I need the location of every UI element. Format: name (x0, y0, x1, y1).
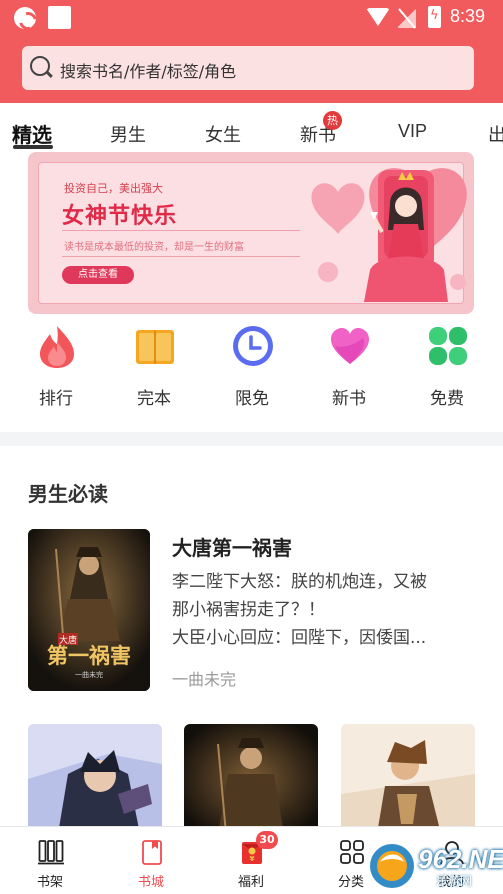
section-divider (0, 432, 503, 446)
tab-vip[interactable]: VIP (398, 121, 427, 142)
watermark-text: 962.NET (418, 844, 503, 874)
banner-divider (62, 230, 300, 231)
active-tab-indicator (13, 145, 53, 149)
app-header: 8:39 搜索书名/作者/标签/角色 (0, 0, 503, 103)
quick-link-ranking[interactable]: 排行 (21, 320, 91, 418)
flame-icon (40, 326, 74, 368)
quick-link-new-books[interactable]: 新书 (314, 320, 384, 418)
banner-divider (62, 256, 300, 257)
book-cover-art: 大唐 第一祸害 一曲未完 (28, 529, 150, 691)
nav-bookshelf[interactable]: 书架 (15, 827, 85, 894)
book-cover-small[interactable] (341, 724, 475, 834)
notification-square-icon (48, 6, 71, 29)
status-bar: 8:39 (0, 0, 503, 36)
nav-bookstore[interactable]: 书城 (116, 827, 186, 894)
open-book-icon (136, 330, 174, 364)
bookstore-icon (142, 840, 162, 865)
featured-book-description: 李二陛下大怒：朕的机炮连，又被 那小祸害拐走了？！ 大臣小心回应：回陛下，因倭国… (172, 572, 427, 648)
book-cover-small[interactable] (28, 724, 162, 834)
hot-badge: 热 (323, 111, 342, 130)
tab-male[interactable]: 男生 (110, 121, 146, 147)
quick-link-label: 免费 (430, 389, 464, 409)
banner-view-button[interactable]: 点击查看 (62, 266, 134, 284)
featured-book-title[interactable]: 大唐第一祸害 (172, 532, 292, 561)
book-cover-art (184, 724, 318, 834)
tab-female[interactable]: 女生 (205, 121, 241, 147)
battery-charging-icon (428, 6, 441, 28)
cover-author: 一曲未完 (75, 670, 103, 679)
clover-icon (429, 327, 467, 365)
quick-link-label: 限免 (235, 389, 269, 409)
quick-link-completed[interactable]: 完本 (119, 320, 189, 418)
quick-link-free[interactable]: 免费 (412, 320, 482, 418)
no-signal-icon (398, 8, 416, 28)
book-cover-art (341, 724, 475, 834)
quick-links: 排行 完本 限免 新书 免费 (0, 320, 503, 418)
quick-link-limited-free[interactable]: 限免 (217, 320, 287, 418)
app-notification-icon (14, 7, 36, 29)
wifi-icon (366, 8, 390, 26)
book-cover-art (28, 724, 162, 834)
quick-link-label: 新书 (332, 389, 366, 409)
book-cover-small[interactable] (184, 724, 318, 834)
quick-link-label: 排行 (39, 389, 73, 409)
nav-label: 书架 (36, 875, 63, 890)
search-bar[interactable]: 搜索书名/作者/标签/角色 (22, 46, 474, 90)
nav-label: 福利 (237, 875, 264, 890)
tab-publish[interactable]: 出 (488, 121, 503, 147)
nav-welfare[interactable]: ¥ 30 福利 (216, 827, 286, 894)
watermark-subtext: 乐游网 (436, 874, 473, 888)
promo-banner[interactable]: 投资自己，美出强大 女神节快乐 读书是成本最低的投资，却是一生的财富 点击查看 (28, 152, 474, 314)
status-time: 8:39 (450, 6, 486, 26)
nav-label: 书城 (137, 875, 164, 890)
featured-book-author: 一曲未完 (172, 670, 237, 689)
banner-title: 女神节快乐 (62, 204, 178, 229)
envelope-glyph: ¥ (250, 855, 255, 863)
goddess-illustration (311, 168, 467, 302)
section-title: 男生必读 (28, 482, 108, 506)
category-tabs: 精选 男生 女生 新书 热 VIP 出 (0, 103, 503, 149)
featured-book-cover[interactable]: 大唐 第一祸害 一曲未完 (28, 529, 150, 691)
quick-link-label: 完本 (137, 389, 171, 409)
welfare-badge: 30 (256, 831, 278, 849)
clock-icon (233, 326, 273, 366)
banner-description: 读书是成本最低的投资，却是一生的财富 (64, 242, 244, 253)
search-icon (30, 56, 50, 76)
search-placeholder: 搜索书名/作者/标签/角色 (60, 62, 237, 81)
tab-featured[interactable]: 精选 (12, 119, 52, 148)
heart-icon (331, 328, 369, 364)
banner-subtitle: 投资自己，美出强大 (64, 182, 163, 195)
bookshelf-icon (38, 840, 64, 865)
cover-title: 第一祸害 (47, 643, 131, 668)
